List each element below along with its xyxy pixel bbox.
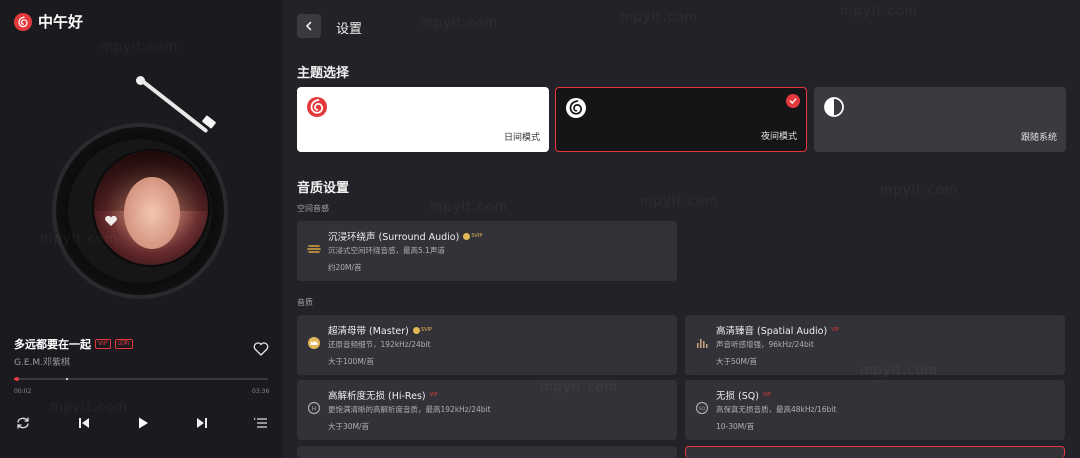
sq-name: 无损 (SQ) <box>716 391 759 402</box>
vip-tag: VIP <box>95 339 111 349</box>
sq-icon: SQ <box>695 401 709 415</box>
master-desc: 还原音频细节，192kHz/24bit <box>328 340 431 349</box>
theme-system-option[interactable]: 跟随系统 <box>814 87 1066 152</box>
netease-logo-icon <box>566 98 586 118</box>
greeting-text: 中午好 <box>38 13 84 31</box>
cover-heart-icon <box>105 215 117 226</box>
sq-desc: 高保真无损音质，最高48kHz/16bit <box>716 405 837 414</box>
progress-marker <box>66 378 68 380</box>
theme-night-label: 夜间模式 <box>760 132 797 142</box>
like-heart-icon[interactable] <box>253 341 269 357</box>
quality-section-title: 音质设置 <box>297 181 350 196</box>
theme-section-title: 主题选择 <box>297 66 350 81</box>
vip-badge: VIP <box>429 392 438 398</box>
selected-check-icon <box>786 94 800 108</box>
quality-standard-option-partial[interactable] <box>685 446 1065 458</box>
surround-size: 约20M/首 <box>328 263 362 272</box>
svip-badge: SVIP <box>420 327 432 333</box>
surround-audio-option[interactable]: 沉浸环绕声 (Surround Audio) SVIP 沉浸式空间环绕音感，最高5… <box>297 221 677 281</box>
spatial-desc: 声音听感增强，96kHz/24bit <box>716 340 814 349</box>
hires-name: 高解析度无损 (Hi-Res) <box>328 391 426 402</box>
spatial-name: 高清臻音 (Spatial Audio) <box>716 326 828 337</box>
spatial-size: 大于50M/首 <box>716 357 758 366</box>
master-name: 超清母带 (Master) <box>328 326 409 337</box>
player-panel: 中午好 多远都要在一起 VIP 试听 G.E.M.邓紫棋 00:02 03:36 <box>0 0 282 458</box>
brand: 中午好 <box>14 11 83 32</box>
quality-hires-option[interactable]: H 高解析度无损 (Hi-Res) VIP 更饱满清晰的高解析度音质，最高192k… <box>297 380 677 440</box>
hires-desc: 更饱满清晰的高解析度音质，最高192kHz/24bit <box>328 405 491 414</box>
hires-size: 大于30M/首 <box>328 422 370 431</box>
playback-controls <box>14 414 270 432</box>
quality-subtitle: 音质 <box>297 298 313 307</box>
quality-master-option[interactable]: 超清母带 (Master) SVIP 还原音频细节，192kHz/24bit 大于… <box>297 315 677 375</box>
vip-badge: VIP <box>831 327 840 333</box>
half-contrast-icon <box>824 97 844 117</box>
playlist-icon[interactable] <box>252 414 270 432</box>
song-title: 多远都要在一起 <box>14 338 91 351</box>
quality-hq-option-partial[interactable] <box>297 446 677 458</box>
album-cover <box>92 149 210 267</box>
hires-icon: H <box>307 401 321 415</box>
surround-name: 沉浸环绕声 (Surround Audio) <box>328 232 460 243</box>
chevron-left-icon <box>305 21 312 31</box>
svip-badge: SVIP <box>471 233 483 239</box>
page-title: 设置 <box>336 22 363 37</box>
netease-logo-icon <box>14 12 32 31</box>
trial-tag: 试听 <box>114 339 133 349</box>
song-info: 多远都要在一起 VIP 试听 G.E.M.邓紫棋 <box>14 336 133 368</box>
next-icon[interactable] <box>193 414 211 432</box>
vip-badge: VIP <box>762 392 771 398</box>
netease-logo-icon <box>307 97 327 117</box>
sq-size: 10-30M/首 <box>716 422 755 431</box>
svg-text:SQ: SQ <box>699 406 706 412</box>
total-time: 03:36 <box>252 388 270 395</box>
surround-wave-icon <box>307 245 321 253</box>
previous-icon[interactable] <box>75 414 93 432</box>
theme-night-option[interactable]: 夜间模式 <box>555 87 807 152</box>
svg-text:H: H <box>312 405 317 412</box>
theme-day-option[interactable]: 日间模式 <box>297 87 549 152</box>
theme-day-label: 日间模式 <box>503 133 540 143</box>
back-button[interactable] <box>297 14 321 38</box>
repeat-icon[interactable] <box>14 414 32 432</box>
surround-desc: 沉浸式空间环绕音感，最高5.1声道 <box>328 246 445 255</box>
master-crown-icon <box>308 337 320 349</box>
play-icon[interactable] <box>134 414 152 432</box>
quality-sq-option[interactable]: SQ 无损 (SQ) VIP 高保真无损音质，最高48kHz/16bit 10-3… <box>685 380 1065 440</box>
progress-knob[interactable] <box>15 377 19 381</box>
vinyl-record <box>52 123 228 299</box>
quality-spatial-option[interactable]: 高清臻音 (Spatial Audio) VIP 声音听感增强，96kHz/24b… <box>685 315 1065 375</box>
current-time: 00:02 <box>14 388 32 395</box>
song-artist: G.E.M.邓紫棋 <box>14 358 71 368</box>
theme-system-label: 跟随系统 <box>1020 133 1057 143</box>
spatial-subtitle: 空间音感 <box>297 204 329 213</box>
settings-panel: 设置 主题选择 日间模式 夜间模式 跟随系统 音质设置 空间音感 沉浸环绕声 (… <box>282 0 1080 458</box>
master-size: 大于100M/首 <box>328 357 374 366</box>
equalizer-bars-icon <box>697 339 708 348</box>
progress-bar[interactable] <box>14 377 268 381</box>
